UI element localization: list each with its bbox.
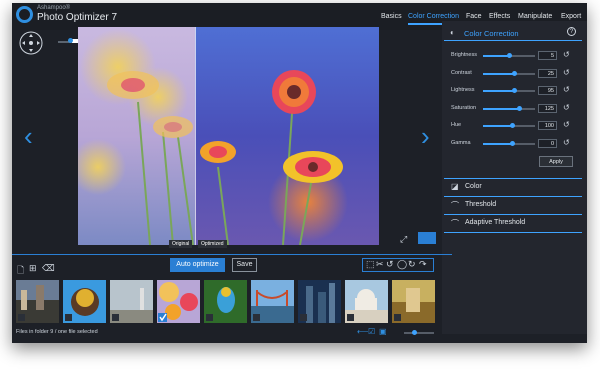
slider-value-hue[interactable]: 100 xyxy=(538,121,557,130)
previous-image-arrow-icon[interactable]: ‹ xyxy=(24,123,33,149)
status-text: Files in folder 9 / one file selected xyxy=(16,329,98,335)
reset-contrast-icon[interactable]: ↺ xyxy=(563,68,570,77)
save-button[interactable]: Save xyxy=(232,258,257,272)
tab-basics[interactable]: Basics xyxy=(381,13,402,20)
slider-fill-lightness xyxy=(483,90,515,92)
thumbnail-2[interactable] xyxy=(63,280,106,323)
slider-knob-saturation[interactable] xyxy=(517,105,523,111)
crop-tool-icon[interactable]: ✂ xyxy=(376,259,384,270)
thumbnail-1[interactable] xyxy=(16,280,59,323)
original-label: Original xyxy=(169,240,193,248)
thumbnail-7[interactable] xyxy=(298,280,341,323)
ashampoo-logo-icon xyxy=(16,6,33,23)
slider-knob-hue[interactable] xyxy=(509,123,515,128)
panel-divider xyxy=(444,40,582,41)
apply-button[interactable]: Apply xyxy=(539,156,573,167)
compare-view-button[interactable] xyxy=(418,232,436,244)
slider-track-hue[interactable] xyxy=(483,123,535,128)
grid-view-icon[interactable]: ▣ xyxy=(379,327,387,336)
slider-fill-hue xyxy=(483,125,512,127)
slider-label-brightness: Brightness xyxy=(451,52,477,58)
optimized-label: Optimized xyxy=(198,240,227,248)
slider-label-contrast: Contrast xyxy=(451,69,472,76)
rotate-circle-icon[interactable]: ◯ xyxy=(397,259,407,270)
slider-value-lightness[interactable]: 95 xyxy=(538,86,557,95)
slider-value-contrast[interactable]: 25 xyxy=(538,68,557,78)
slider-knob-brightness[interactable] xyxy=(507,53,512,58)
rotate-right-icon[interactable]: ↻ xyxy=(408,259,416,270)
thumbnail-size-slider[interactable] xyxy=(404,332,434,334)
slider-label-saturation: Saturation xyxy=(451,104,477,111)
adaptive-threshold-icon: ⌒ xyxy=(451,219,459,228)
color-correction-icon: ◐ xyxy=(450,28,455,37)
preview-photo xyxy=(78,27,379,245)
reset-saturation-icon[interactable]: ↺ xyxy=(563,103,570,112)
tab-effects[interactable]: Effects xyxy=(489,13,510,20)
tab-manipulate[interactable]: Manipulate xyxy=(518,13,552,20)
app-title: Photo Optimizer 7 xyxy=(37,12,118,23)
fullscreen-icon[interactable]: ⤢ xyxy=(400,234,407,245)
add-folder-icon[interactable]: ⊞ xyxy=(29,263,37,274)
compare-divider[interactable] xyxy=(195,27,196,245)
clear-selection-icon[interactable]: ⌫ xyxy=(42,263,55,274)
slider-label-lightness: Lightness xyxy=(451,87,475,93)
filmstrip-toggle-icon[interactable]: ⟵ xyxy=(357,327,368,336)
thumbnail-5[interactable] xyxy=(204,280,247,323)
color-icon: ◪ xyxy=(451,182,459,191)
panel-title: Color Correction xyxy=(464,29,519,38)
pan-control-icon[interactable] xyxy=(18,30,44,56)
thumbnail-3[interactable] xyxy=(110,280,153,323)
slider-track-gamma[interactable] xyxy=(483,140,535,146)
auto-optimize-button[interactable]: Auto optimize xyxy=(170,258,225,272)
new-file-icon[interactable]: 🗋 xyxy=(17,263,24,279)
slider-fill-contrast xyxy=(483,72,515,75)
reset-brightness-icon[interactable]: ↺ xyxy=(563,50,570,59)
slider-value-brightness[interactable]: 5 xyxy=(538,51,557,60)
tab-color-correction[interactable]: Color Correction xyxy=(408,13,459,20)
reset-lightness-icon[interactable]: ↺ xyxy=(563,85,570,94)
brand-small-text: Ashampoo® xyxy=(37,5,71,11)
reset-hue-icon[interactable]: ↺ xyxy=(563,120,570,129)
redo-icon[interactable]: ↷ xyxy=(419,259,427,270)
tab-export[interactable]: Export xyxy=(561,13,581,20)
thumbnail-8[interactable] xyxy=(345,280,388,323)
next-image-arrow-icon[interactable]: › xyxy=(421,123,430,149)
reset-gamma-icon[interactable]: ↺ xyxy=(563,138,570,147)
slider-fill-brightness xyxy=(483,55,509,57)
section-color-label: Color xyxy=(465,183,482,190)
thumbnail-4-selected[interactable] xyxy=(157,280,200,323)
slider-track-lightness[interactable] xyxy=(483,88,535,93)
thumbnail-size-knob[interactable] xyxy=(412,330,417,335)
slider-track-saturation[interactable] xyxy=(483,105,535,111)
panel-bottom-divider xyxy=(444,232,582,233)
section-adaptive-threshold-label: Adaptive Threshold xyxy=(465,219,526,226)
slider-value-saturation[interactable]: 125 xyxy=(538,103,557,113)
select-tool-icon[interactable]: ⬚ xyxy=(366,259,375,270)
thumbnail-9[interactable] xyxy=(392,280,435,323)
toolbar-divider xyxy=(12,254,452,255)
slider-label-hue: Hue xyxy=(451,122,462,128)
zoom-slider-knob[interactable] xyxy=(68,38,73,43)
slider-knob-contrast[interactable] xyxy=(512,70,518,76)
tab-face[interactable]: Face xyxy=(466,13,482,20)
section-threshold-label: Threshold xyxy=(465,201,497,208)
select-all-icon[interactable]: ☑ xyxy=(368,327,375,336)
help-icon[interactable]: ? xyxy=(567,27,576,36)
threshold-icon: ⌒ xyxy=(451,201,459,210)
slider-track-brightness[interactable] xyxy=(483,53,535,58)
rotate-left-icon[interactable]: ↺ xyxy=(386,259,394,270)
slider-fill-gamma xyxy=(483,142,512,145)
slider-value-gamma[interactable]: 0 xyxy=(538,138,557,148)
slider-knob-gamma[interactable] xyxy=(509,140,515,146)
slider-track-contrast[interactable] xyxy=(483,70,535,76)
slider-label-gamma: Gamma xyxy=(451,139,471,146)
thumbnail-6[interactable] xyxy=(251,280,294,323)
slider-fill-saturation xyxy=(483,107,520,110)
